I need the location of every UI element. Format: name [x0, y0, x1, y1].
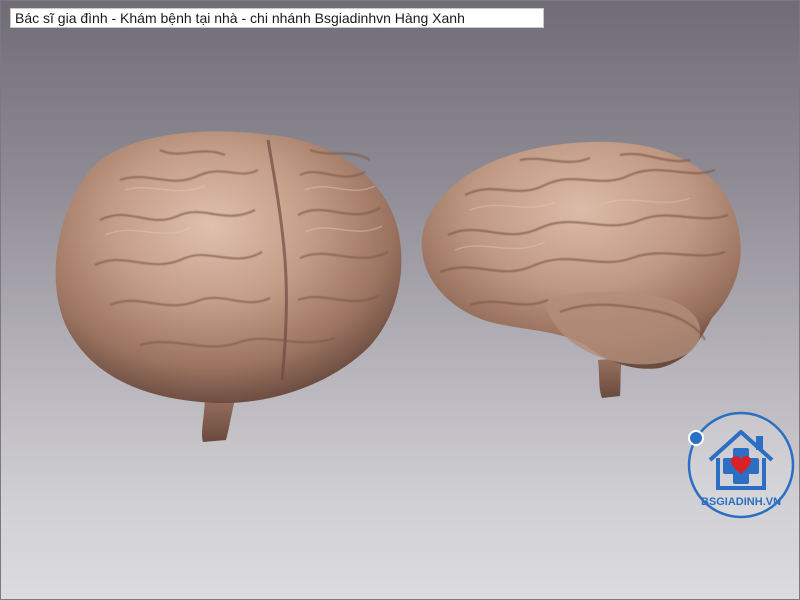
logo-dot [688, 430, 704, 446]
logo-text: BSGIADINH.VN [701, 496, 781, 508]
bsgiadinh-logo: BSGIADINH.VN [687, 411, 795, 519]
brain-scene [55, 131, 741, 442]
brain-side-view [421, 141, 741, 398]
brain-front-view [55, 131, 402, 442]
